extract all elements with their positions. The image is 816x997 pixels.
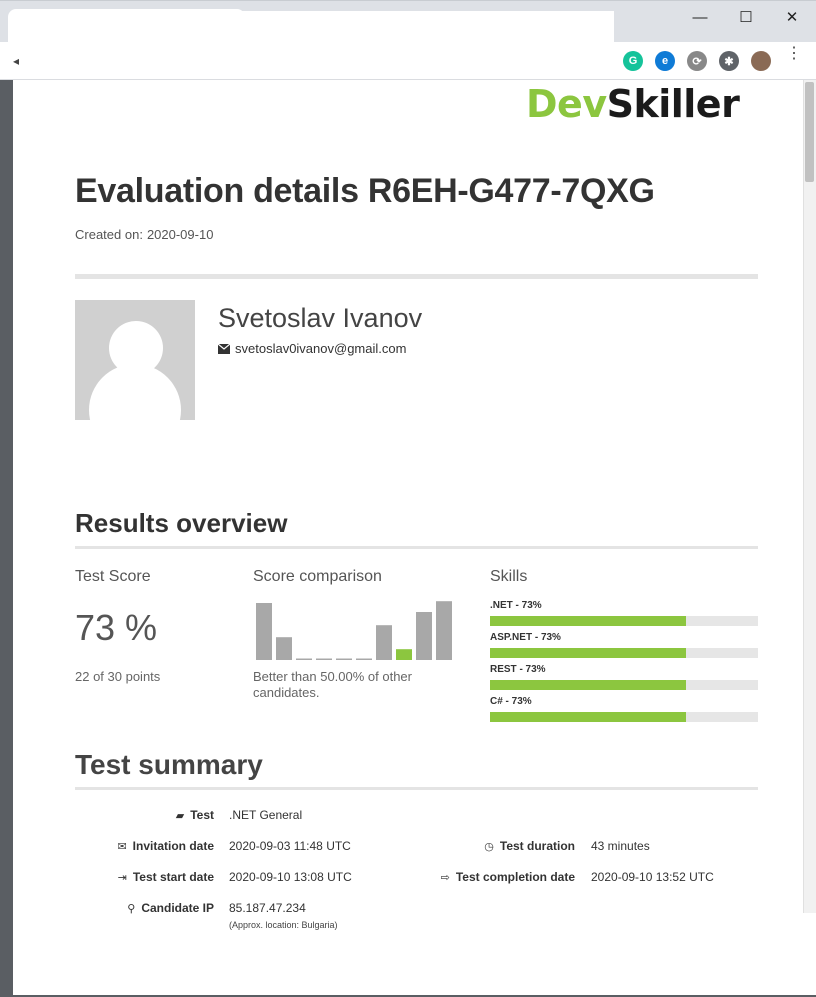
score-comparison-label: Score comparison: [253, 568, 382, 585]
score-comparison-svg: [256, 601, 452, 660]
minimize-button[interactable]: —: [677, 1, 723, 33]
score-comparison-text: Better than 50.00% of other candidates.: [253, 669, 412, 700]
browser-toolbar: ◂ G e ⟳ ✱ ⋮: [0, 42, 816, 80]
created-date: 2020-09-10: [146, 227, 214, 242]
map-marker-icon: ⚲: [127, 902, 136, 915]
comparison-bar: [436, 601, 452, 660]
candidate-ip-label-text: Candidate IP: [141, 901, 214, 915]
refresh-extension-icon[interactable]: ⟳: [687, 51, 707, 71]
skill-label: REST - 73%: [490, 664, 546, 675]
logo-part-dev: Dev: [526, 82, 607, 126]
comparison-bar: [416, 612, 432, 660]
maximize-button[interactable]: ☐: [723, 1, 769, 33]
skill-row: .NET - 73%: [490, 600, 758, 626]
tab-strip: [200, 11, 614, 43]
test-summary-heading: Test summary: [75, 749, 263, 780]
back-icon[interactable]: ◂: [13, 54, 19, 68]
scrollbar-corner: [803, 913, 816, 997]
comparison-bar: [296, 658, 312, 660]
test-start-date-value: 2020-09-10 13:08 UTC: [229, 870, 352, 884]
divider: [75, 546, 758, 549]
comparison-bar: [276, 637, 292, 660]
comparison-bar: [256, 603, 272, 660]
envelope-icon: [218, 343, 230, 354]
test-completion-date-value: 2020-09-10 13:52 UTC: [591, 870, 714, 884]
profile-avatar-icon[interactable]: [751, 51, 771, 71]
test-points: 22 of 30 points: [75, 669, 161, 684]
address-bar[interactable]: [10, 44, 610, 78]
candidate-ip-label: ⚲ Candidate IP: [75, 901, 214, 915]
skill-track: [490, 680, 758, 690]
candidate-name: Svetoslav Ivanov: [218, 303, 423, 333]
skill-label: ASP.NET - 73%: [490, 632, 561, 643]
test-duration-label: ◷ Test duration: [420, 839, 575, 853]
divider: [75, 274, 758, 279]
comparison-bar-candidate: [396, 649, 412, 660]
comparison-bar: [336, 658, 352, 660]
menu-icon[interactable]: ⋮: [786, 46, 802, 62]
skill-row: C# - 73%: [490, 696, 758, 722]
sign-out-icon: ⇨: [440, 871, 450, 884]
skill-row: REST - 73%: [490, 664, 758, 690]
page-title: Evaluation details R6EH-G477-7QXG: [75, 172, 655, 210]
test-duration-value: 43 minutes: [591, 839, 650, 853]
window-frame: [0, 80, 13, 997]
logo-part-skiller: Skiller: [606, 82, 740, 126]
invitation-date-label: ✉ Invitation date: [75, 839, 214, 853]
test-completion-date-label: ⇨ Test completion date: [420, 870, 575, 884]
candidate-avatar: [75, 300, 195, 420]
sign-in-icon: ⇥: [117, 871, 127, 884]
test-start-date-label-text: Test start date: [132, 870, 214, 884]
test-duration-label-text: Test duration: [499, 839, 575, 853]
clock-icon: ◷: [484, 840, 494, 853]
candidate-ip-value: 85.187.47.234: [229, 901, 306, 915]
candidate-ip-location: (Approx. location: Bulgaria): [229, 920, 338, 930]
created-on: Created on: 2020-09-10: [75, 227, 213, 242]
skill-fill: [490, 680, 686, 690]
comparison-bar: [316, 658, 332, 660]
test-label-text: Test: [190, 808, 214, 822]
devskiller-logo[interactable]: DevSkiller: [526, 82, 740, 126]
skill-track: [490, 712, 758, 722]
results-heading: Results overview: [75, 508, 288, 538]
test-value: .NET General: [229, 808, 303, 822]
skill-fill: [490, 712, 686, 722]
grammarly-icon[interactable]: G: [623, 51, 643, 71]
test-label: ▰ Test: [75, 808, 214, 822]
skill-track: [490, 648, 758, 658]
score-comparison-chart: [256, 600, 452, 660]
skill-track: [490, 616, 758, 626]
skills-label: Skills: [490, 568, 528, 585]
scrollbar-track[interactable]: [803, 80, 816, 913]
close-button[interactable]: ✕: [769, 1, 815, 33]
test-score-value: 73 %: [75, 607, 158, 648]
scrollbar-thumb[interactable]: [805, 82, 814, 182]
book-icon: ▰: [175, 809, 185, 822]
invitation-date-label-text: Invitation date: [132, 839, 214, 853]
comparison-bar: [356, 658, 372, 660]
skill-label: C# - 73%: [490, 696, 532, 707]
created-label: Created on:: [75, 227, 143, 242]
candidate-email-text[interactable]: svetoslav0ivanov@gmail.com: [235, 341, 406, 356]
comparison-bar: [376, 625, 392, 660]
test-score-label: Test Score: [75, 568, 151, 585]
edge-icon[interactable]: e: [655, 51, 675, 71]
skill-fill: [490, 648, 686, 658]
puzzle-icon[interactable]: ✱: [719, 51, 739, 71]
test-start-date-label: ⇥ Test start date: [75, 870, 214, 884]
invitation-date-value: 2020-09-03 11:48 UTC: [229, 839, 351, 853]
avatar-body-shape: [89, 364, 181, 420]
envelope-icon: ✉: [117, 840, 127, 853]
test-completion-date-label-text: Test completion date: [455, 870, 575, 884]
candidate-email: svetoslav0ivanov@gmail.com: [218, 341, 406, 356]
skill-row: ASP.NET - 73%: [490, 632, 758, 658]
divider: [75, 787, 758, 790]
skill-fill: [490, 616, 686, 626]
skill-label: .NET - 73%: [490, 600, 542, 611]
